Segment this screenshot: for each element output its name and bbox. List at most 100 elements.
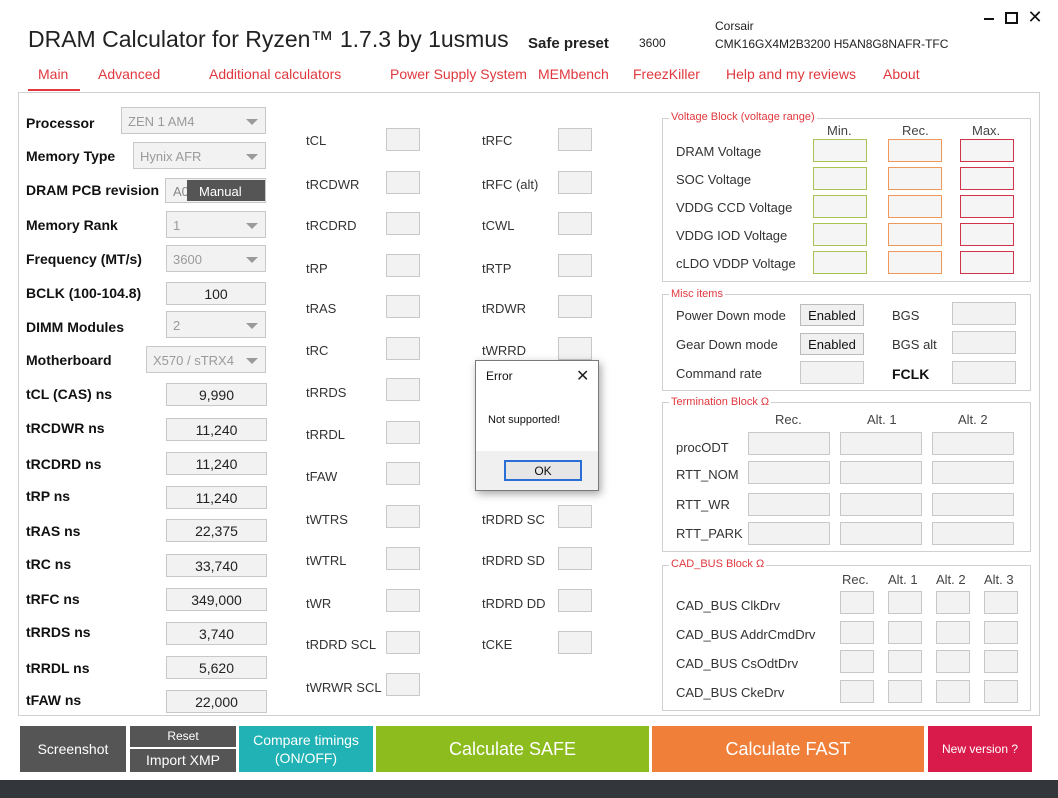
processor-select[interactable]: ZEN 1 AM4 — [121, 107, 266, 134]
termination-alt1-field[interactable] — [840, 432, 922, 455]
fclk-field[interactable] — [952, 361, 1016, 384]
timing-value-field[interactable] — [386, 589, 420, 612]
voltage-rec-field[interactable] — [888, 251, 942, 274]
timing-value-field[interactable] — [558, 128, 592, 151]
dimm-modules-select[interactable]: 2 — [166, 311, 266, 338]
termination-alt1-field[interactable] — [840, 493, 922, 516]
cadbus-rec-field[interactable] — [840, 650, 874, 673]
power-down-toggle[interactable]: Enabled — [800, 304, 864, 326]
bclk-input[interactable]: 100 — [166, 282, 266, 305]
voltage-max-field[interactable] — [960, 251, 1014, 274]
timing-value-field[interactable] — [558, 337, 592, 360]
voltage-min-field[interactable] — [813, 195, 867, 218]
timing-value-field[interactable] — [386, 337, 420, 360]
timing-value-field[interactable] — [386, 673, 420, 696]
memory-type-select[interactable]: Hynix AFR — [133, 142, 266, 169]
close-icon[interactable]: ✕ — [576, 366, 589, 386]
timing-value-field[interactable] — [386, 171, 420, 194]
termination-alt1-field[interactable] — [840, 522, 922, 545]
tab-additional-calculators[interactable]: Additional calculators — [209, 66, 341, 82]
timing-value-field[interactable] — [386, 295, 420, 318]
maximize-button[interactable] — [1000, 8, 1022, 26]
screenshot-button[interactable]: Screenshot — [20, 726, 126, 772]
voltage-max-field[interactable] — [960, 139, 1014, 162]
termination-alt2-field[interactable] — [932, 461, 1014, 484]
termination-alt2-field[interactable] — [932, 522, 1014, 545]
termination-alt2-field[interactable] — [932, 493, 1014, 516]
cadbus-alt2-field[interactable] — [936, 680, 970, 703]
tab-help-and-reviews[interactable]: Help and my reviews — [726, 66, 856, 82]
timing-value-field[interactable] — [558, 631, 592, 654]
tab-main[interactable]: Main — [38, 66, 68, 82]
gear-down-toggle[interactable]: Enabled — [800, 333, 864, 355]
timing-value-field[interactable] — [558, 171, 592, 194]
timing-value-field[interactable] — [386, 462, 420, 485]
timing-value-field[interactable] — [386, 128, 420, 151]
timing-value-field[interactable] — [386, 505, 420, 528]
voltage-min-field[interactable] — [813, 223, 867, 246]
cadbus-alt3-field[interactable] — [984, 650, 1018, 673]
cadbus-alt2-field[interactable] — [936, 591, 970, 614]
timing-value-field[interactable] — [558, 505, 592, 528]
pcb-revision-dropdown[interactable]: Manual — [187, 180, 265, 201]
import-xmp-button[interactable]: Import XMP — [130, 749, 236, 772]
cadbus-rec-field[interactable] — [840, 591, 874, 614]
termination-alt2-field[interactable] — [932, 432, 1014, 455]
cadbus-rec-field[interactable] — [840, 680, 874, 703]
ok-button[interactable]: OK — [504, 460, 582, 481]
close-window-button[interactable]: ✕ — [1024, 8, 1046, 26]
timing-value-field[interactable] — [558, 212, 592, 235]
voltage-max-field[interactable] — [960, 195, 1014, 218]
minimize-button[interactable] — [978, 8, 1000, 26]
tab-freezkiller[interactable]: FreezKiller — [633, 66, 700, 82]
timing-value-field[interactable] — [386, 547, 420, 570]
voltage-min-field[interactable] — [813, 167, 867, 190]
timing-value-field[interactable] — [386, 421, 420, 444]
timing-value-field[interactable] — [386, 631, 420, 654]
tab-power-supply-system[interactable]: Power Supply System — [390, 66, 527, 82]
cadbus-rec-field[interactable] — [840, 621, 874, 644]
voltage-max-field[interactable] — [960, 223, 1014, 246]
calculate-fast-button[interactable]: Calculate FAST — [652, 726, 924, 772]
tab-advanced[interactable]: Advanced — [98, 66, 160, 82]
memory-rank-select[interactable]: 1 — [166, 211, 266, 238]
cadbus-alt3-field[interactable] — [984, 621, 1018, 644]
voltage-max-field[interactable] — [960, 167, 1014, 190]
reset-button[interactable]: Reset — [130, 726, 236, 747]
command-rate-field[interactable] — [800, 361, 864, 384]
tab-about[interactable]: About — [883, 66, 920, 82]
cadbus-alt2-field[interactable] — [936, 650, 970, 673]
voltage-rec-field[interactable] — [888, 139, 942, 162]
pcb-revision-option[interactable]: Manual — [199, 184, 242, 199]
termination-alt1-field[interactable] — [840, 461, 922, 484]
termination-rec-field[interactable] — [748, 522, 830, 545]
tab-membench[interactable]: MEMbench — [538, 66, 609, 82]
timing-value-field[interactable] — [558, 254, 592, 277]
voltage-rec-field[interactable] — [888, 195, 942, 218]
cadbus-alt1-field[interactable] — [888, 650, 922, 673]
timing-value-field[interactable] — [386, 254, 420, 277]
pcb-revision-select[interactable]: A0 Manual — [165, 178, 266, 203]
voltage-rec-field[interactable] — [888, 223, 942, 246]
cadbus-alt1-field[interactable] — [888, 621, 922, 644]
cadbus-alt3-field[interactable] — [984, 591, 1018, 614]
new-version-button[interactable]: New version ? — [928, 726, 1032, 772]
timing-value-field[interactable] — [558, 547, 592, 570]
cadbus-alt3-field[interactable] — [984, 680, 1018, 703]
timing-value-field[interactable] — [558, 295, 592, 318]
calculate-safe-button[interactable]: Calculate SAFE — [376, 726, 649, 772]
timing-value-field[interactable] — [386, 212, 420, 235]
timing-value-field[interactable] — [558, 589, 592, 612]
termination-rec-field[interactable] — [748, 461, 830, 484]
voltage-min-field[interactable] — [813, 251, 867, 274]
motherboard-select[interactable]: X570 / sTRX4 — [146, 346, 266, 373]
voltage-min-field[interactable] — [813, 139, 867, 162]
compare-timings-button[interactable]: Compare timings (ON/OFF) — [239, 726, 373, 772]
cadbus-alt1-field[interactable] — [888, 680, 922, 703]
termination-rec-field[interactable] — [748, 493, 830, 516]
cadbus-alt2-field[interactable] — [936, 621, 970, 644]
timing-value-field[interactable] — [386, 378, 420, 401]
termination-rec-field[interactable] — [748, 432, 830, 455]
voltage-rec-field[interactable] — [888, 167, 942, 190]
bgs-field[interactable] — [952, 302, 1016, 325]
